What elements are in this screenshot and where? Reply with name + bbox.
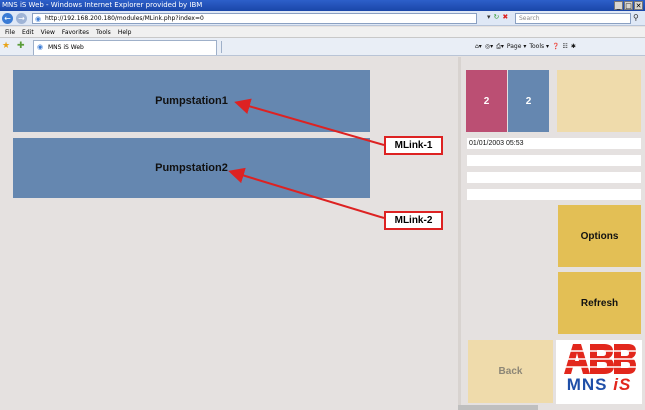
window-titlebar: MNS iS Web - Windows Internet Explorer p… — [0, 0, 645, 11]
maximize-button[interactable]: □ — [624, 1, 633, 10]
tab-title: MNS iS Web — [48, 44, 84, 51]
refresh-icon[interactable]: ↻ — [494, 13, 500, 21]
menu-bar: File Edit View Favorites Tools Help — [0, 27, 645, 38]
station-label: Pumpstation1 — [155, 95, 228, 107]
stop-icon[interactable]: ✖ — [502, 13, 508, 21]
menu-favorites[interactable]: Favorites — [62, 27, 89, 37]
pumpstation1-button[interactable]: Pumpstation1 — [13, 70, 370, 132]
menu-edit[interactable]: Edit — [22, 27, 34, 37]
info-line-3 — [467, 172, 641, 183]
options-button[interactable]: Options — [558, 205, 641, 267]
info-count-box[interactable]: 2 — [508, 70, 549, 132]
url-input[interactable]: ◉ http://192.168.200.180/modules/MLink.p… — [32, 13, 477, 24]
print-icon[interactable]: ⎙▾ — [496, 41, 504, 53]
menu-view[interactable]: View — [41, 27, 55, 37]
address-actions: ▾ ↻ ✖ — [487, 13, 508, 21]
page-menu[interactable]: Page ▾ — [507, 41, 526, 53]
bluetooth-icon[interactable]: ✱ — [571, 41, 576, 53]
window-controls: _ □ ✕ — [614, 1, 643, 10]
info-line-2 — [467, 155, 641, 166]
forward-arrow-icon[interactable]: → — [16, 13, 27, 24]
favorites-star-icon[interactable]: ★ — [2, 41, 10, 51]
back-arrow-icon[interactable]: ← — [2, 13, 13, 24]
search-input[interactable]: Search — [515, 13, 631, 24]
control-pane: 2 2 01/01/2003 05:53 Options Refresh Bac… — [464, 57, 645, 410]
search-icon[interactable]: ⚲ — [633, 13, 639, 22]
refresh-button[interactable]: Refresh — [558, 272, 641, 334]
feeds-icon[interactable]: ◎▾ — [485, 41, 493, 53]
logo-product-prefix: MNS — [566, 375, 614, 394]
datetime-line: 01/01/2003 05:53 — [467, 138, 641, 149]
page-content: Pumpstation1 Pumpstation2 MLink-1 MLink-… — [0, 57, 645, 410]
url-text: http://192.168.200.180/modules/MLink.php… — [45, 15, 204, 22]
back-button[interactable]: Back — [468, 340, 553, 403]
mns-is-wordmark: MNS iS — [556, 375, 642, 395]
dropdown-icon[interactable]: ▾ — [487, 13, 491, 21]
search-placeholder: Search — [519, 15, 540, 22]
research-icon[interactable]: ☷ — [563, 41, 568, 53]
menu-file[interactable]: File — [5, 27, 15, 37]
command-bar: ⌂▾ ◎▾ ⎙▾ Page ▾ Tools ▾ ❓ ☷ ✱ — [475, 41, 576, 53]
info-line-4 — [467, 189, 641, 200]
menu-help[interactable]: Help — [118, 27, 132, 37]
alarm-count-box[interactable]: 2 — [466, 70, 507, 132]
window-title: MNS iS Web - Windows Internet Explorer p… — [2, 1, 203, 9]
status-placeholder-box — [557, 70, 641, 132]
menu-tools[interactable]: Tools — [96, 27, 111, 37]
logo-product-suffix: iS — [613, 375, 632, 394]
abb-logo-icon — [562, 344, 636, 374]
horizontal-scrollbar[interactable] — [458, 405, 538, 410]
home-icon[interactable]: ⌂▾ — [475, 41, 482, 53]
tools-menu[interactable]: Tools ▾ — [529, 41, 549, 53]
add-favorite-icon[interactable]: ✚ — [17, 41, 25, 51]
tab-separator — [221, 41, 222, 53]
pumpstation2-button[interactable]: Pumpstation2 — [13, 138, 370, 198]
help-icon[interactable]: ❓ — [552, 41, 559, 53]
mlink-1-callout: MLink-1 — [384, 136, 443, 155]
tab-mns-is-web[interactable]: ◉ MNS iS Web — [33, 40, 217, 55]
station-list-pane: Pumpstation1 Pumpstation2 — [5, 57, 461, 410]
address-bar: ← → ◉ http://192.168.200.180/modules/MLi… — [0, 11, 645, 26]
page-icon: ◉ — [35, 15, 42, 23]
station-label: Pumpstation2 — [155, 162, 228, 174]
ie-page-icon: ◉ — [37, 43, 44, 51]
abb-mns-is-logo: MNS iS — [556, 340, 642, 404]
minimize-button[interactable]: _ — [614, 1, 623, 10]
mlink-2-callout: MLink-2 — [384, 211, 443, 230]
close-button[interactable]: ✕ — [634, 1, 643, 10]
tab-bar: ★ ✚ ◉ MNS iS Web ⌂▾ ◎▾ ⎙▾ Page ▾ Tools ▾… — [0, 38, 645, 56]
